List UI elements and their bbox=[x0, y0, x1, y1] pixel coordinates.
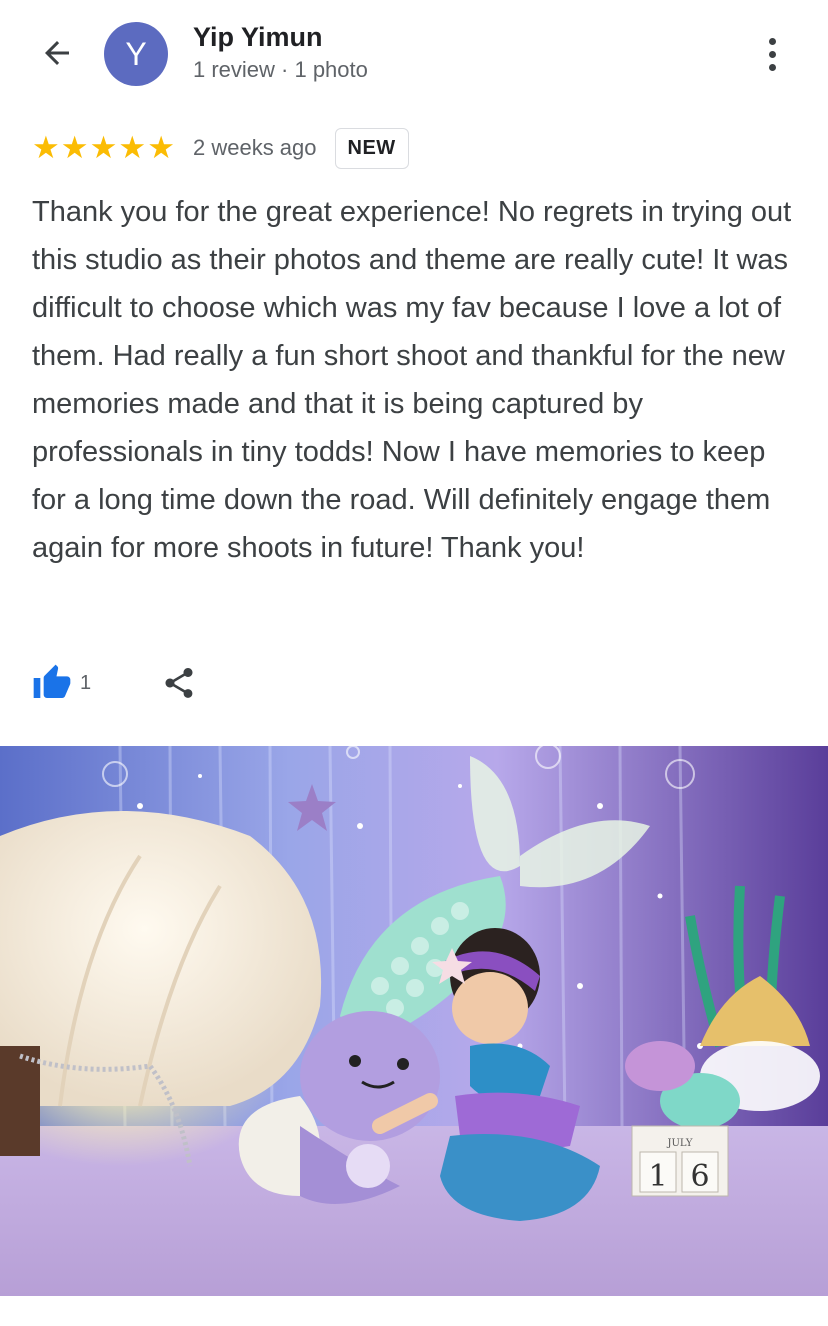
mermaid-photoshoot-image: JULY 1 6 bbox=[0, 746, 828, 1296]
more-options-button[interactable] bbox=[752, 32, 792, 76]
review-text: Thank you for the great experience! No r… bbox=[32, 196, 792, 564]
calendar-day-2: 6 bbox=[690, 1159, 709, 1194]
more-vert-icon-dot bbox=[768, 50, 776, 58]
calendar-day-1: 1 bbox=[648, 1159, 667, 1194]
arrow-left-icon bbox=[45, 41, 69, 65]
avatar[interactable]: Y bbox=[104, 22, 168, 86]
like-button[interactable]: 1 bbox=[32, 663, 91, 703]
rating-row: ★ ★ ★ ★ ★ 2 weeks ago NEW bbox=[32, 126, 409, 170]
share-icon bbox=[165, 668, 193, 698]
star-icon: ★ bbox=[60, 129, 89, 166]
more-vert-icon-dot bbox=[768, 63, 776, 71]
star-rating: ★ ★ ★ ★ ★ bbox=[32, 129, 175, 166]
review-time: 2 weeks ago bbox=[192, 135, 317, 160]
reviewer-meta: 1 review · 1 photo bbox=[193, 57, 368, 82]
star-icon: ★ bbox=[89, 129, 118, 166]
review-header: Y Yip Yimun 1 review · 1 photo bbox=[0, 0, 828, 110]
share-button[interactable] bbox=[161, 665, 197, 701]
review-actions: 1 bbox=[32, 660, 197, 706]
like-count: 1 bbox=[80, 671, 92, 694]
calendar-month: JULY bbox=[666, 1138, 692, 1149]
back-button[interactable] bbox=[34, 30, 80, 76]
review-photo[interactable]: JULY 1 6 bbox=[0, 746, 828, 1296]
star-icon: ★ bbox=[32, 129, 60, 166]
avatar-letter: Y bbox=[125, 35, 147, 72]
new-badge: NEW bbox=[334, 127, 409, 169]
star-icon: ★ bbox=[147, 129, 175, 166]
star-icon: ★ bbox=[118, 129, 147, 166]
thumbs-up-icon bbox=[33, 664, 71, 698]
more-vert-icon bbox=[768, 37, 776, 45]
reviewer-name[interactable]: Yip Yimun bbox=[193, 22, 323, 53]
